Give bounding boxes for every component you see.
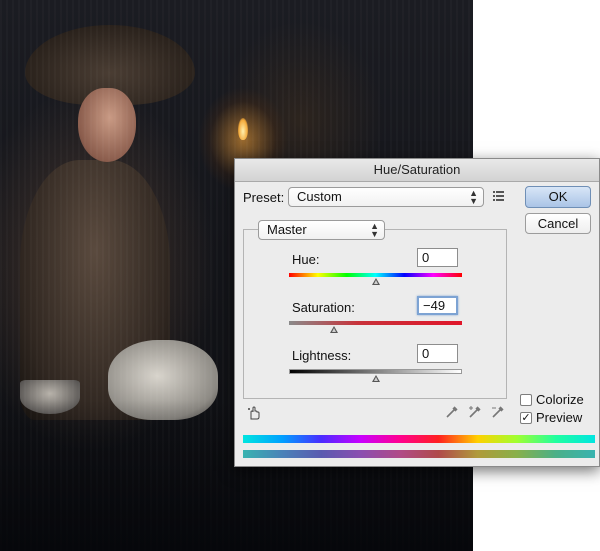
- eyedropper-plus-icon[interactable]: [468, 405, 482, 422]
- dropdown-arrows-icon: ▲ ▼: [370, 221, 379, 239]
- lightness-input[interactable]: 0: [417, 344, 458, 363]
- lightness-label: Lightness:: [292, 348, 352, 363]
- cancel-button[interactable]: Cancel: [525, 213, 591, 234]
- output-color-bar: [243, 450, 595, 458]
- dropdown-arrows-icon: ▲ ▼: [469, 188, 478, 206]
- preset-label: Preset:: [243, 190, 285, 205]
- saturation-track: [289, 321, 462, 325]
- saturation-label: Saturation:: [292, 300, 355, 315]
- preview-label: Preview: [536, 410, 583, 425]
- hue-label: Hue:: [292, 252, 320, 267]
- input-color-bar: [243, 435, 595, 443]
- hue-track: [289, 273, 462, 277]
- preset-value: Custom: [297, 189, 342, 204]
- hue-input[interactable]: 0: [417, 248, 458, 267]
- eyedropper-minus-icon[interactable]: [491, 405, 505, 422]
- hue-saturation-dialog: Hue/Saturation Preset: Custom ▲ ▼ OK Canc…: [234, 158, 600, 467]
- saturation-slider-thumb[interactable]: [330, 326, 338, 333]
- eyedropper-icon[interactable]: [445, 405, 459, 422]
- preview-checkbox[interactable]: ✓: [520, 412, 532, 424]
- dialog-titlebar: Hue/Saturation: [235, 159, 599, 182]
- ok-button[interactable]: OK: [525, 186, 591, 208]
- lightness-track: [289, 369, 462, 374]
- colorize-label: Colorize: [536, 392, 584, 407]
- preset-options-icon[interactable]: [493, 190, 505, 205]
- checkmark-icon: ✓: [521, 412, 531, 424]
- saturation-input[interactable]: −49: [417, 296, 458, 315]
- dialog-title: Hue/Saturation: [373, 162, 461, 177]
- hue-slider-thumb[interactable]: [372, 278, 380, 285]
- hand-adjust-icon[interactable]: [247, 405, 263, 424]
- lightness-slider-thumb[interactable]: [372, 375, 380, 382]
- channel-dropdown[interactable]: Master ▲ ▼: [258, 220, 385, 240]
- preset-dropdown[interactable]: Custom ▲ ▼: [288, 187, 484, 207]
- channel-value: Master: [267, 222, 307, 237]
- colorize-checkbox[interactable]: [520, 394, 532, 406]
